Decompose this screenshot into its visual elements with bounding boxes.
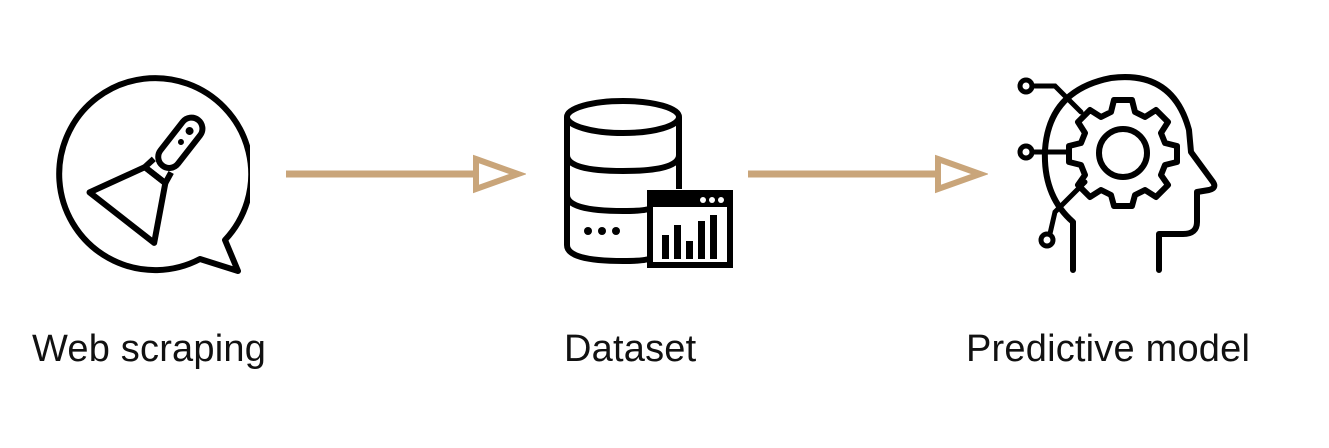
- process-diagram: Web scraping Dataset Predictive model: [0, 0, 1329, 448]
- step-label-web-scraping: Web scraping: [32, 328, 267, 370]
- step-label-predictive-model: Predictive model: [966, 328, 1251, 370]
- ai-head-gear-icon: [1017, 74, 1218, 273]
- arrow-dataset-to-model: [748, 154, 988, 194]
- scraper-speech-bubble-icon: [56, 75, 250, 274]
- arrow-scraping-to-dataset: [286, 154, 526, 194]
- step-label-dataset: Dataset: [564, 328, 697, 370]
- database-chart-icon: [564, 98, 733, 268]
